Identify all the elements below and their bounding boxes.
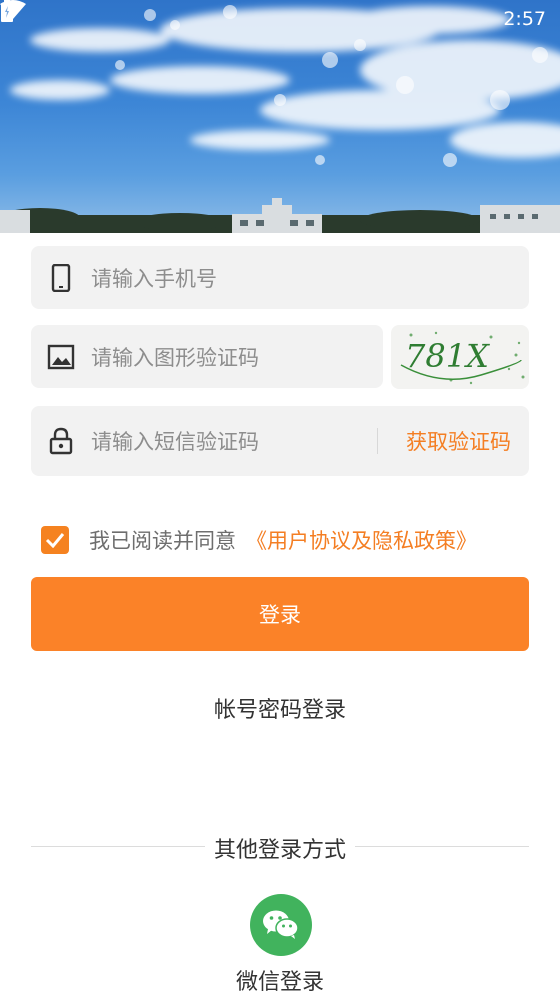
phone-placeholder: 请输入手机号 [91, 266, 217, 291]
captcha-placeholder: 请输入图形验证码 [91, 345, 259, 370]
wechat-login-button[interactable] [250, 894, 312, 956]
other-login-title: 其他登录方式 [213, 838, 346, 863]
agreement-text: 我已阅读并同意 [89, 529, 236, 553]
login-screen: 2:57 请输入手机号 请输入图形验证码 781X 请输入短信验证码 获取验证码… [0, 0, 560, 995]
phone-input[interactable]: 请输入手机号 [31, 246, 529, 309]
lock-icon [31, 427, 91, 455]
captcha-text: 781X [405, 337, 490, 375]
login-button[interactable]: 登录 [31, 577, 529, 651]
account-password-login-link[interactable]: 帐号密码登录 [0, 692, 560, 724]
sms-placeholder: 请输入短信验证码 [91, 430, 259, 454]
phone-icon [31, 263, 91, 292]
captcha-image[interactable]: 781X [391, 325, 529, 389]
agreement-checkbox[interactable] [41, 526, 69, 554]
status-bar: 2:57 [0, 0, 560, 38]
captcha-input[interactable]: 请输入图形验证码 [31, 325, 383, 388]
get-code-button[interactable]: 获取验证码 [406, 426, 511, 456]
wechat-login-label[interactable]: 微信登录 [0, 964, 560, 995]
checkmark-icon [45, 533, 65, 548]
other-login-section: 其他登录方式 [31, 832, 529, 863]
image-icon [31, 344, 91, 370]
header-banner-image: 2:57 [0, 0, 560, 233]
field-divider [377, 428, 378, 454]
wechat-icon [263, 910, 299, 939]
sms-code-input[interactable]: 请输入短信验证码 获取验证码 [31, 406, 529, 476]
status-time: 2:57 [503, 8, 546, 30]
agreement-link[interactable]: 《用户协议及隐私政策》 [246, 525, 477, 555]
agreement-row: 我已阅读并同意 《用户协议及隐私政策》 [41, 525, 477, 555]
